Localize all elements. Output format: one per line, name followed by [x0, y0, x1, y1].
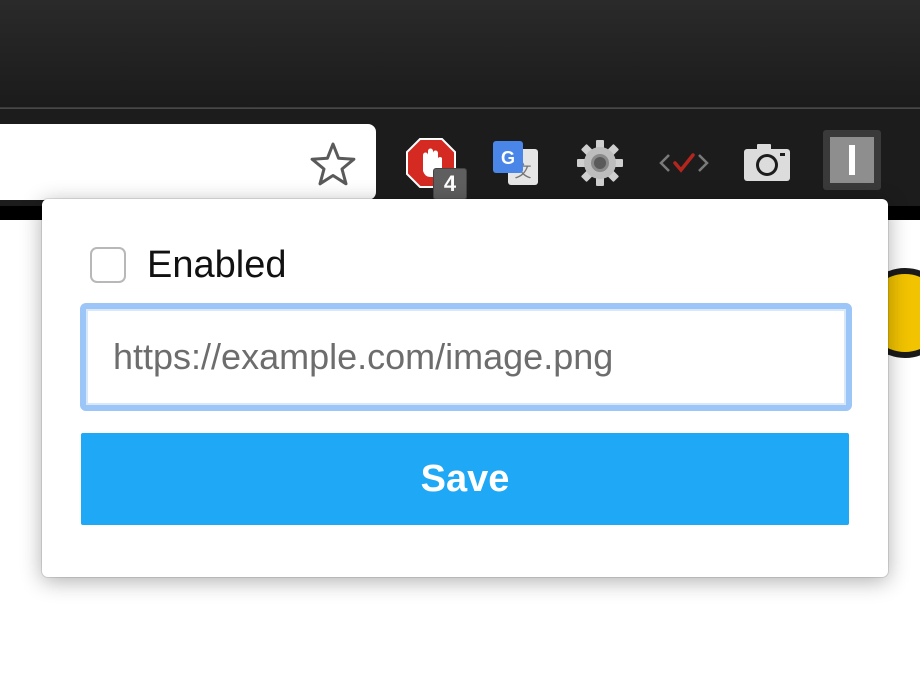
image-url-input[interactable]: [80, 303, 852, 411]
star-icon[interactable]: [310, 141, 356, 187]
svg-text:G: G: [501, 148, 515, 168]
extension-popup: Enabled Save: [42, 199, 888, 577]
browser-title-bar: [0, 0, 920, 108]
enabled-checkbox[interactable]: [90, 247, 126, 283]
enabled-row: Enabled: [90, 243, 286, 287]
save-button[interactable]: Save: [81, 433, 849, 525]
google-translate-icon[interactable]: 文 G: [489, 136, 543, 190]
custom-extension-icon[interactable]: [823, 130, 881, 190]
adblock-badge: 4: [433, 168, 467, 200]
code-check-icon[interactable]: [657, 136, 711, 190]
enabled-label: Enabled: [147, 243, 287, 286]
screen: 4 文 G Enabled https://example.com/image.…: [0, 0, 920, 680]
settings-gear-icon[interactable]: [573, 136, 627, 190]
camera-icon[interactable]: [740, 136, 794, 190]
